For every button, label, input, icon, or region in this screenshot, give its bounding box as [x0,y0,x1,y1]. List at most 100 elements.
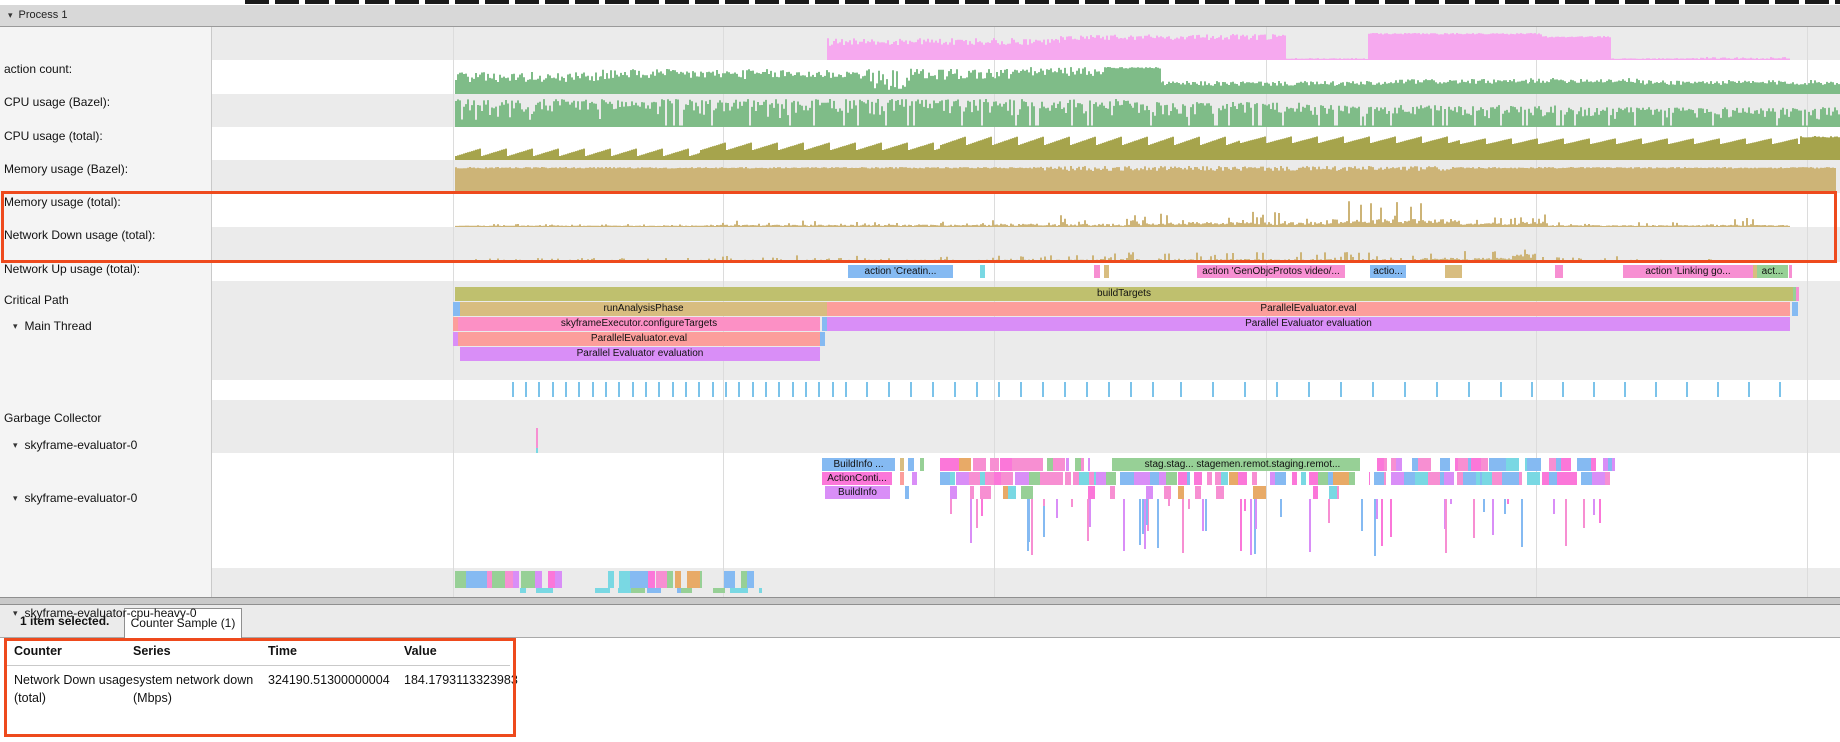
slice-labeled[interactable]: act... [1757,265,1788,278]
slice[interactable] [765,382,767,397]
slice[interactable] [1242,472,1247,485]
slice[interactable] [1468,382,1470,397]
slice[interactable] [1020,382,1022,397]
slice[interactable] [1593,499,1595,515]
slice[interactable] [1507,499,1509,504]
slice[interactable] [648,571,654,588]
slice[interactable] [1108,382,1110,397]
slice[interactable] [900,458,904,471]
net-down-chart[interactable] [212,193,1840,227]
slice[interactable] [1374,472,1383,485]
collapse-triangle-icon[interactable] [13,608,18,619]
slice[interactable] [1593,382,1595,397]
slice[interactable] [712,382,714,397]
slice[interactable] [759,588,762,593]
cpu-bazel-chart[interactable] [212,60,1840,94]
slice[interactable] [832,382,834,397]
slice[interactable] [535,571,543,588]
slice[interactable] [1361,499,1363,504]
track-label-main-thread[interactable]: Main Thread [0,318,212,333]
slice[interactable] [976,382,978,397]
slice[interactable] [546,588,553,593]
slice[interactable] [1042,382,1044,397]
slice[interactable] [1458,458,1468,471]
slice-labeled[interactable]: skyframeExecutor.configureTargets [458,317,820,331]
slice[interactable] [970,486,975,499]
slice[interactable] [1157,499,1159,548]
slice[interactable] [1292,472,1296,485]
slice[interactable] [1562,382,1564,397]
slice[interactable] [1521,499,1523,547]
panel-splitter[interactable] [0,597,1840,605]
slice[interactable] [1440,458,1450,471]
col-counter[interactable]: Counter [14,644,62,658]
slice[interactable] [1481,458,1488,471]
collapse-triangle-icon[interactable] [13,321,18,332]
slice[interactable] [1056,499,1058,518]
cell-counter[interactable]: Network Down usage(total) [14,671,133,707]
slice[interactable] [730,571,735,588]
slice-labeled[interactable]: actio... [1370,265,1406,278]
slice[interactable] [1221,472,1228,485]
slice[interactable] [1333,472,1340,485]
track-label-cpu-heavy[interactable]: skyframe-evaluator-cpu-heavy-0 [0,605,212,620]
slice[interactable] [592,382,594,397]
slice[interactable] [1216,486,1224,499]
slice-labeled[interactable]: buildTargets [455,287,1793,301]
slice[interactable] [1531,382,1533,397]
slice[interactable] [1252,472,1258,485]
slice-labeled[interactable]: BuildInfo [825,486,890,499]
slice[interactable] [1624,382,1626,397]
net-up-chart[interactable] [212,227,1840,262]
slice[interactable] [525,382,527,397]
slice[interactable] [521,571,535,588]
slice[interactable] [1549,458,1556,471]
collapse-triangle-icon[interactable] [13,493,18,504]
slice[interactable] [778,382,780,397]
slice[interactable] [1075,458,1082,471]
slice[interactable] [1337,486,1340,499]
slice[interactable] [1025,458,1036,471]
slice[interactable] [985,472,994,485]
slice[interactable] [1065,472,1071,485]
slice[interactable] [1015,472,1029,485]
slice[interactable] [1340,382,1342,397]
slice[interactable] [1309,499,1311,552]
col-time[interactable]: Time [268,644,297,658]
slice[interactable] [1519,472,1523,485]
slice[interactable] [1094,265,1100,278]
slice[interactable] [619,571,630,588]
slice[interactable] [1064,382,1066,397]
slice[interactable] [1139,499,1141,545]
slice[interactable] [905,486,909,499]
slice[interactable] [552,382,554,397]
slice[interactable] [1195,486,1202,499]
slice[interactable] [1029,472,1039,485]
critical-path-track[interactable]: action 'Creatin...action 'GenObjcProtos … [212,262,1840,281]
slice[interactable] [1605,472,1611,485]
slice[interactable] [1031,499,1033,555]
slice[interactable] [1049,472,1062,485]
slice[interactable] [1492,499,1494,535]
slice[interactable] [981,499,983,516]
slice[interactable] [1086,382,1088,397]
slice[interactable] [538,382,540,397]
slice[interactable] [548,571,555,588]
action-count-chart[interactable] [212,27,1840,60]
slice[interactable] [1313,486,1318,499]
slice[interactable] [477,571,487,588]
slice[interactable] [1473,499,1475,538]
slice[interactable] [565,382,567,397]
slice[interactable] [725,382,727,397]
slice[interactable] [738,382,740,397]
slice[interactable] [647,588,661,593]
slice[interactable] [910,382,912,397]
slice-labeled[interactable]: action 'Creatin... [848,265,953,278]
slice[interactable] [956,472,969,485]
slice[interactable] [1255,499,1257,529]
slice[interactable] [1450,499,1452,504]
slice-labeled[interactable]: ActionConti... [822,472,892,485]
slice[interactable] [1779,382,1781,397]
cpu-total-chart[interactable] [212,94,1840,127]
slice[interactable] [672,382,674,397]
